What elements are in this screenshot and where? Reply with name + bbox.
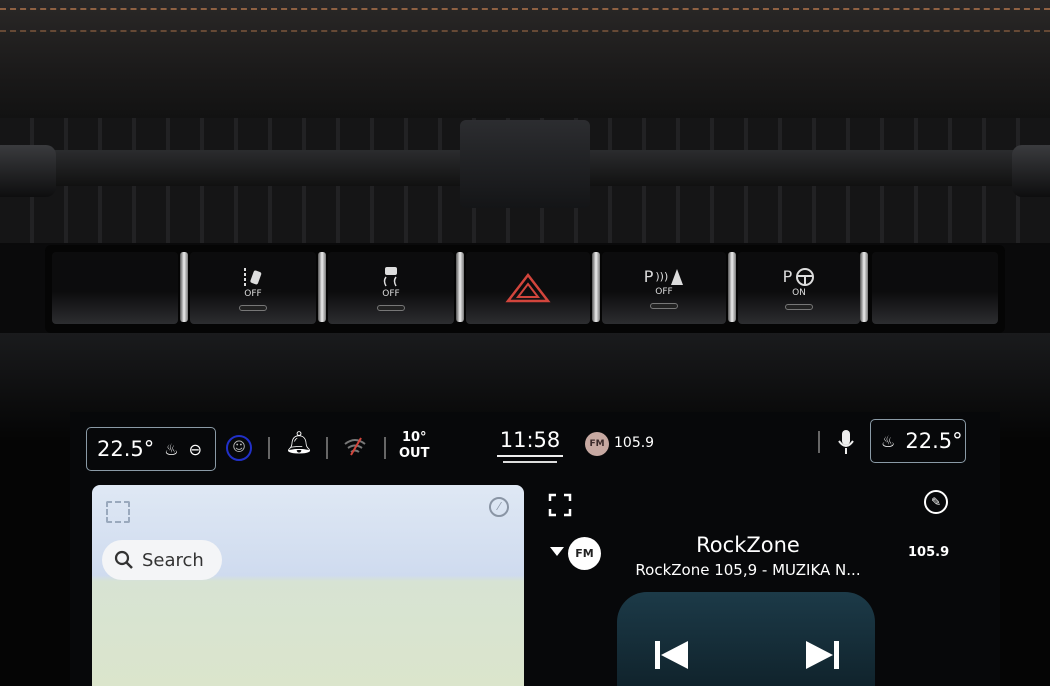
indicator bbox=[650, 303, 678, 309]
clock-underline bbox=[503, 461, 557, 463]
park-sensors-button[interactable]: P))) OFF bbox=[602, 252, 726, 324]
divider bbox=[592, 252, 600, 322]
hazard-icon bbox=[505, 272, 551, 303]
stitching bbox=[0, 30, 1050, 32]
separator bbox=[326, 437, 328, 459]
radio-frequency[interactable]: 105.9 bbox=[614, 435, 654, 451]
station-subtitle: RockZone 105,9 - MUZIKA N... bbox=[635, 561, 861, 579]
passenger-temp-control[interactable]: ♨ 22.5° bbox=[870, 419, 966, 463]
passenger-temp: 22.5° bbox=[905, 429, 963, 453]
divider bbox=[456, 252, 464, 322]
band-badge[interactable]: FM bbox=[568, 537, 601, 570]
vent-knob-left[interactable] bbox=[0, 145, 56, 197]
previous-icon bbox=[655, 641, 688, 669]
vent-knob-right[interactable] bbox=[1012, 145, 1050, 197]
separator bbox=[818, 431, 820, 453]
clock[interactable]: 11:58 bbox=[497, 428, 563, 457]
microphone-icon[interactable] bbox=[836, 428, 856, 456]
separator bbox=[384, 437, 386, 459]
park-prefix: P bbox=[782, 267, 793, 286]
hazard-button[interactable] bbox=[466, 252, 590, 324]
separator bbox=[268, 437, 270, 459]
blank-button[interactable] bbox=[52, 252, 178, 324]
indicator bbox=[785, 303, 813, 310]
map-widget[interactable]: ⁄ Search bbox=[92, 485, 524, 686]
outside-temp-label: OUT bbox=[399, 446, 430, 461]
park-assist-label: ON bbox=[792, 287, 806, 298]
media-frequency: 105.9 bbox=[908, 545, 950, 560]
expand-icon[interactable] bbox=[106, 501, 130, 523]
park-sensors-label: OFF bbox=[655, 287, 673, 297]
wifi-off-icon bbox=[343, 436, 367, 456]
heated-wheel-icon: ⊖ bbox=[188, 439, 203, 459]
indicator bbox=[377, 304, 405, 311]
traction-control-icon bbox=[383, 266, 397, 286]
next-track-button[interactable] bbox=[806, 641, 840, 673]
divider bbox=[318, 252, 326, 322]
edit-media-icon[interactable]: ✎ bbox=[924, 490, 948, 514]
next-icon bbox=[806, 641, 839, 669]
traction-control-label: OFF bbox=[382, 288, 400, 299]
search-button[interactable]: Search bbox=[102, 540, 222, 580]
vent-clip bbox=[460, 120, 590, 208]
lane-assist-button[interactable]: OFF bbox=[190, 252, 316, 324]
park-assist-button[interactable]: P ON bbox=[738, 252, 860, 324]
traction-control-button[interactable]: OFF bbox=[328, 252, 454, 324]
notifications-bell-icon[interactable]: 🔔︎ bbox=[285, 431, 313, 456]
blank-button[interactable] bbox=[872, 252, 998, 324]
heated-seat-icon: ♨ bbox=[164, 439, 179, 459]
station-name: RockZone bbox=[696, 533, 800, 557]
lane-assist-label: OFF bbox=[244, 288, 262, 299]
previous-track-button[interactable] bbox=[655, 641, 689, 673]
expand-media-icon[interactable] bbox=[548, 493, 572, 521]
lane-assist-icon bbox=[244, 267, 262, 286]
search-icon bbox=[114, 550, 133, 569]
park-sensors-icon: P))) bbox=[644, 267, 685, 286]
dashboard-leather bbox=[0, 0, 1050, 118]
edit-icon[interactable]: ⁄ bbox=[489, 497, 509, 517]
stitching bbox=[0, 8, 1050, 10]
outside-temp: 10° OUT bbox=[399, 430, 429, 462]
divider bbox=[180, 252, 188, 322]
radio-badge[interactable]: FM bbox=[585, 432, 609, 456]
driver-temp: 22.5° bbox=[97, 437, 155, 461]
driver-temp-control[interactable]: 22.5° ♨ ⊖ bbox=[86, 427, 216, 471]
park-assist-icon: P bbox=[783, 267, 816, 287]
seat-icon: ♨ bbox=[881, 431, 896, 451]
divider bbox=[728, 252, 736, 322]
search-label: Search bbox=[142, 549, 204, 571]
divider bbox=[860, 252, 868, 322]
band-dropdown-icon[interactable] bbox=[550, 547, 564, 556]
outside-temp-value: 10° bbox=[401, 430, 427, 445]
driver-profile-icon[interactable]: ☺ bbox=[226, 435, 252, 461]
indicator bbox=[239, 304, 267, 311]
park-prefix: P bbox=[643, 267, 654, 286]
